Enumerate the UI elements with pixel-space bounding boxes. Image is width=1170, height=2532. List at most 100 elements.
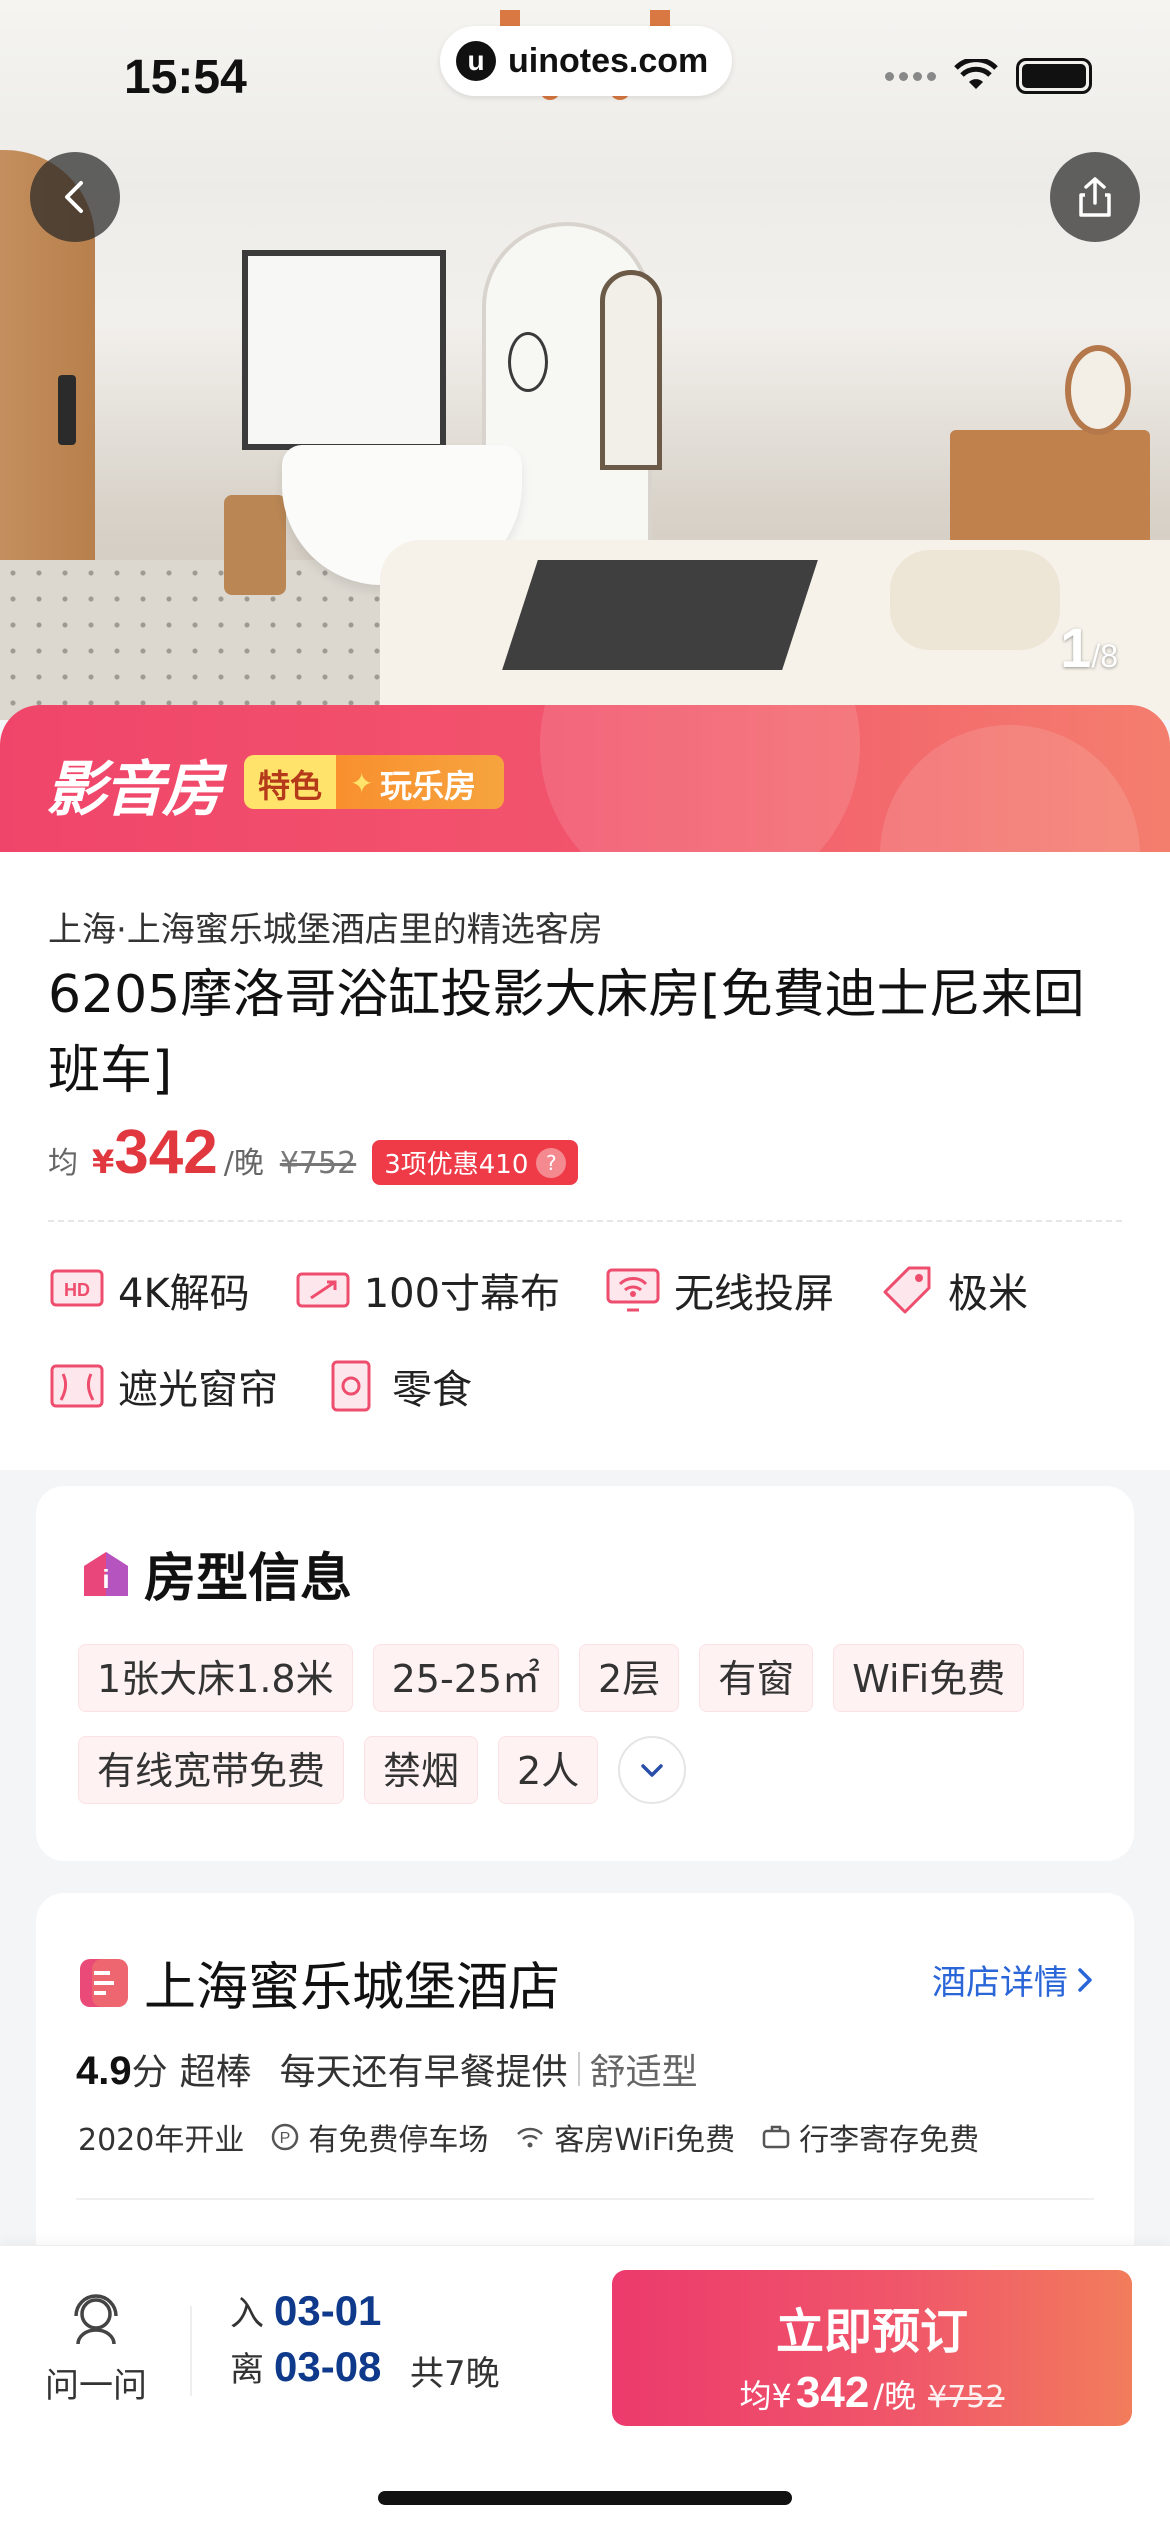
room-chip: 禁烟 — [364, 1736, 479, 1804]
theme-banner: 影音房 特色 ✦ 玩乐房 — [0, 705, 1170, 852]
hotel-feature: 每天还有早餐提供 — [279, 2052, 568, 2093]
book-price: 均¥ 342 /晚 ¥752 — [612, 2368, 1132, 2418]
url-badge: u uinotes.com — [440, 26, 732, 96]
hotel-facts: 2020年开业 P 有免费停车场 客房WiFi免费 行李寄存免费 — [78, 2115, 979, 2159]
wifi-status-icon — [954, 59, 998, 89]
snack-icon — [322, 1360, 380, 1412]
hotel-icon — [80, 1958, 128, 2007]
checkin-date: 03-01 — [274, 2287, 382, 2334]
hd-icon: HD — [48, 1264, 106, 1316]
ask-label: 问一问 — [45, 2366, 147, 2406]
svg-text:HD: HD — [64, 1280, 90, 1300]
divider — [76, 2198, 1094, 2200]
hotel-score-unit: 分 — [131, 2052, 168, 2093]
photo-pillow — [890, 550, 1060, 650]
status-icons — [885, 58, 1092, 94]
discount-label: 3项优惠410 — [384, 1150, 529, 1180]
banner-tag-fun: ✦ 玩乐房 — [336, 755, 505, 809]
projector-screen-icon — [294, 1264, 352, 1316]
booking-bar: 问一问 入 03-01 离 03-08 共7晚 立即预订 均¥ 342 /晚 ¥… — [0, 2245, 1170, 2532]
photo-door-lock — [58, 375, 76, 445]
svg-text:P: P — [280, 2130, 291, 2147]
customer-service-icon — [74, 2294, 118, 2345]
photo-blanket — [502, 560, 818, 670]
sparkle-icon: ✦ — [350, 767, 374, 800]
room-chip: 2人 — [498, 1736, 599, 1804]
status-time: 15:54 — [124, 51, 247, 104]
room-type-chips: 1张大床1.8米 25-25㎡ 2层 有窗 WiFi免费 有线宽带免费 禁烟 2… — [78, 1644, 1098, 1804]
checkin-row: 入 03-01 — [230, 2286, 381, 2342]
ask-button[interactable]: 问一问 — [36, 2286, 156, 2407]
help-icon: ? — [536, 1147, 567, 1178]
hotel-header: 上海蜜乐城堡酒店 — [76, 1945, 560, 2020]
room-info-section: 上海·上海蜜乐城堡酒店里的精选客房 6205摩洛哥浴缸投影大床房[免費迪士尼来回… — [0, 852, 1170, 1470]
parking-icon: P — [272, 2123, 299, 2151]
expand-button[interactable] — [618, 1736, 687, 1804]
price-unit: /晚 — [223, 1146, 264, 1181]
room-chip: WiFi免费 — [833, 1644, 1025, 1712]
hotel-fact: P 有免费停车场 — [270, 2115, 488, 2159]
room-type-card: i 房型信息 1张大床1.8米 25-25㎡ 2层 有窗 WiFi免费 有线宽带… — [36, 1486, 1134, 1861]
room-chip: 2层 — [579, 1644, 680, 1712]
amenity-list: HD 4K解码 100寸幕布 无线投屏 极米 遮光窗帘 零食 — [48, 1262, 1138, 1414]
amenity-label: 无线投屏 — [674, 1271, 835, 1317]
battery-icon — [1016, 58, 1092, 94]
banner-tag-special: 特色 — [244, 755, 337, 809]
room-chip: 有线宽带免费 — [78, 1736, 345, 1804]
discount-badge[interactable]: 3项优惠410 ? — [372, 1140, 579, 1185]
hotel-detail-label: 酒店详情 — [932, 1963, 1068, 2003]
amenity-label: 零食 — [392, 1367, 472, 1413]
photo-stool — [224, 495, 286, 595]
amenity-label: 极米 — [948, 1271, 1029, 1317]
svg-text:i: i — [102, 1564, 109, 1594]
banner-decoration — [880, 725, 1140, 852]
info-house-icon: i — [84, 1551, 128, 1596]
room-chip: 有窗 — [699, 1644, 814, 1712]
divider — [48, 1220, 1122, 1222]
book-price-prefix: 均¥ — [739, 2377, 792, 2415]
divider — [190, 2306, 192, 2396]
amenity-item: HD 4K解码 — [48, 1262, 250, 1318]
photo-counter-current: 1 — [1060, 616, 1092, 679]
home-indicator — [378, 2491, 792, 2505]
back-button[interactable] — [30, 152, 120, 242]
photo-vanity — [950, 430, 1150, 550]
banner-brand: 影音房 — [46, 755, 222, 825]
date-selector[interactable]: 入 03-01 离 03-08 — [230, 2286, 381, 2398]
hotel-grade: 超棒 — [179, 2052, 252, 2093]
hotel-detail-link[interactable]: 酒店详情 — [932, 1955, 1094, 2004]
amenity-item: 100寸幕布 — [294, 1262, 560, 1318]
original-price: ¥752 — [279, 1146, 357, 1181]
price-prefix: 均 — [48, 1146, 78, 1181]
amenity-label: 4K解码 — [118, 1271, 250, 1317]
divider — [577, 2052, 580, 2086]
hotel-rating-row: 4.9 分 超棒 每天还有早餐提供 舒适型 — [76, 2043, 698, 2095]
room-title: 6205摩洛哥浴缸投影大床房[免費迪士尼来回班车] — [48, 965, 1085, 1101]
hotel-name: 上海蜜乐城堡酒店 — [144, 1958, 561, 2018]
room-photo-gallery[interactable] — [0, 0, 1170, 720]
checkout-date: 03-08 — [274, 2343, 382, 2390]
hotel-fact: 2020年开业 — [78, 2115, 244, 2159]
room-location: 上海·上海蜜乐城堡酒店里的精选客房 — [48, 910, 603, 950]
hotel-fact-label: 客房WiFi免费 — [554, 2123, 736, 2158]
photo-counter-total: /8 — [1091, 638, 1118, 674]
share-icon — [1079, 177, 1111, 217]
photo-vanity-mirror — [1065, 345, 1131, 435]
room-type-header: i 房型信息 — [80, 1536, 352, 1611]
hotel-fact-label: 有免费停车场 — [308, 2123, 489, 2158]
tag-icon — [878, 1264, 936, 1316]
chevron-left-icon — [65, 181, 83, 213]
photo-mirror — [508, 332, 548, 392]
curtain-icon — [48, 1360, 106, 1412]
wifi-icon — [517, 2127, 544, 2148]
hotel-fact: 客房WiFi免费 — [514, 2115, 735, 2159]
wireless-cast-icon — [604, 1264, 662, 1316]
checkout-row: 离 03-08 — [230, 2342, 381, 2398]
book-now-button[interactable]: 立即预订 均¥ 342 /晚 ¥752 — [612, 2270, 1132, 2426]
share-button[interactable] — [1050, 152, 1140, 242]
nights-count: 共7晚 — [410, 2354, 500, 2394]
photo-counter: 1/8 — [1060, 615, 1118, 680]
photo-projector-screen — [242, 250, 446, 450]
amenity-label: 100寸幕布 — [363, 1271, 561, 1317]
hotel-fact-label: 行李寄存免费 — [799, 2123, 980, 2158]
